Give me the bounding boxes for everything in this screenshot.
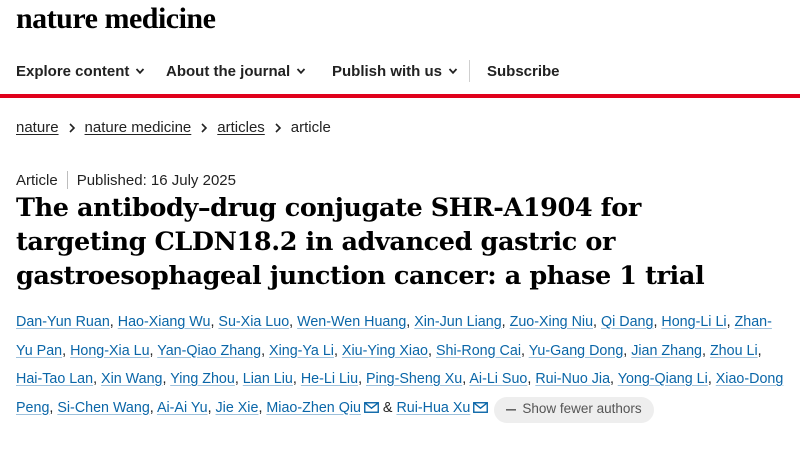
- author-link[interactable]: Dan-Yun Ruan: [16, 314, 110, 330]
- nav-explore-content[interactable]: Explore content: [16, 61, 145, 81]
- author-link[interactable]: Hong-Xia Lu: [70, 343, 149, 359]
- show-fewer-authors-label: Show fewer authors: [522, 401, 642, 417]
- chevron-right-icon: [201, 122, 208, 133]
- chevron-right-icon: [68, 122, 75, 133]
- author-link[interactable]: Lian Liu: [243, 371, 293, 387]
- author-link[interactable]: Hai-Tao Lan: [16, 371, 93, 387]
- author-link[interactable]: Qi Dang: [601, 314, 653, 330]
- author-link[interactable]: Ying Zhou: [170, 371, 235, 387]
- chevron-down-icon: [296, 68, 306, 75]
- subscribe-label: Subscribe: [487, 62, 560, 80]
- author-link[interactable]: Hao-Xiang Wu: [118, 314, 211, 330]
- chevron-down-icon: [448, 68, 458, 75]
- breadcrumb: nature nature medicine articles article: [16, 119, 331, 136]
- chevron-right-icon: [275, 122, 281, 133]
- author-link[interactable]: Yu-Gang Dong: [529, 343, 624, 359]
- author-list: Dan-Yun Ruan, Hao-Xiang Wu, Su-Xia Luo, …: [16, 308, 786, 423]
- author-link[interactable]: He-Li Liu: [301, 371, 358, 387]
- author-link[interactable]: Rui-Nuo Jia: [535, 371, 610, 387]
- author-link[interactable]: Ai-Ai Yu: [157, 400, 208, 416]
- published-date: Published: 16 July 2025: [76, 171, 236, 189]
- mail-icon[interactable]: [473, 401, 489, 413]
- breadcrumb-nature-medicine[interactable]: nature medicine: [85, 119, 192, 136]
- article-title: The antibody–drug conjugate SHR-A1904 fo…: [16, 193, 705, 291]
- author-link[interactable]: Xiu-Ying Xiao: [342, 343, 428, 359]
- author-link[interactable]: Rui-Hua Xu: [396, 400, 470, 416]
- author-link[interactable]: Yan-Qiao Zhang: [157, 343, 261, 359]
- author-link[interactable]: Yong-Qiang Li: [618, 371, 708, 387]
- meta-divider: [66, 171, 68, 189]
- author-link[interactable]: Xin-Jun Liang: [414, 314, 501, 330]
- main-nav: Explore content About the journal Publis…: [0, 54, 800, 94]
- author-link[interactable]: Si-Chen Wang: [57, 400, 149, 416]
- author-link[interactable]: Jian Zhang: [631, 343, 702, 359]
- show-fewer-authors-button[interactable]: Show fewer authors: [494, 396, 654, 423]
- breadcrumb-current: article: [290, 119, 331, 136]
- nav-divider: [469, 60, 470, 82]
- site-logo[interactable]: nature medicine: [16, 0, 216, 38]
- nav-publish-with-us-label: Publish with us: [332, 62, 443, 80]
- author-ampersand: &: [378, 399, 397, 416]
- author-link[interactable]: Xing-Ya Li: [269, 343, 334, 359]
- author-link[interactable]: Hong-Li Li: [661, 314, 726, 330]
- author-link[interactable]: Zhou Li: [710, 343, 758, 359]
- breadcrumb-nature[interactable]: nature: [16, 119, 59, 136]
- article-type: Article: [16, 171, 58, 189]
- nav-publish-with-us[interactable]: Publish with us: [332, 61, 458, 81]
- author-link[interactable]: Zuo-Xing Niu: [510, 314, 593, 330]
- chevron-down-icon: [136, 68, 145, 75]
- author-link[interactable]: Wen-Wen Huang: [297, 314, 406, 330]
- author-link[interactable]: Miao-Zhen Qiu: [266, 400, 361, 416]
- breadcrumb-articles[interactable]: articles: [217, 119, 265, 136]
- author-link[interactable]: Shi-Rong Cai: [436, 343, 521, 359]
- author-link[interactable]: Ping-Sheng Xu: [366, 371, 462, 387]
- mail-icon[interactable]: [364, 401, 379, 413]
- author-link[interactable]: Su-Xia Luo: [218, 314, 289, 330]
- author-link[interactable]: Xin Wang: [101, 371, 162, 387]
- nav-about-journal-label: About the journal: [166, 62, 291, 80]
- article-meta: Article Published: 16 July 2025: [16, 171, 236, 189]
- minus-icon: [506, 408, 517, 411]
- accent-bar: [0, 94, 800, 98]
- nav-about-journal[interactable]: About the journal: [166, 61, 306, 81]
- nav-explore-content-label: Explore content: [16, 62, 130, 80]
- subscribe-link[interactable]: Subscribe: [487, 61, 560, 81]
- author-link[interactable]: Jie Xie: [216, 400, 259, 416]
- author-link[interactable]: Ai-Li Suo: [469, 371, 527, 387]
